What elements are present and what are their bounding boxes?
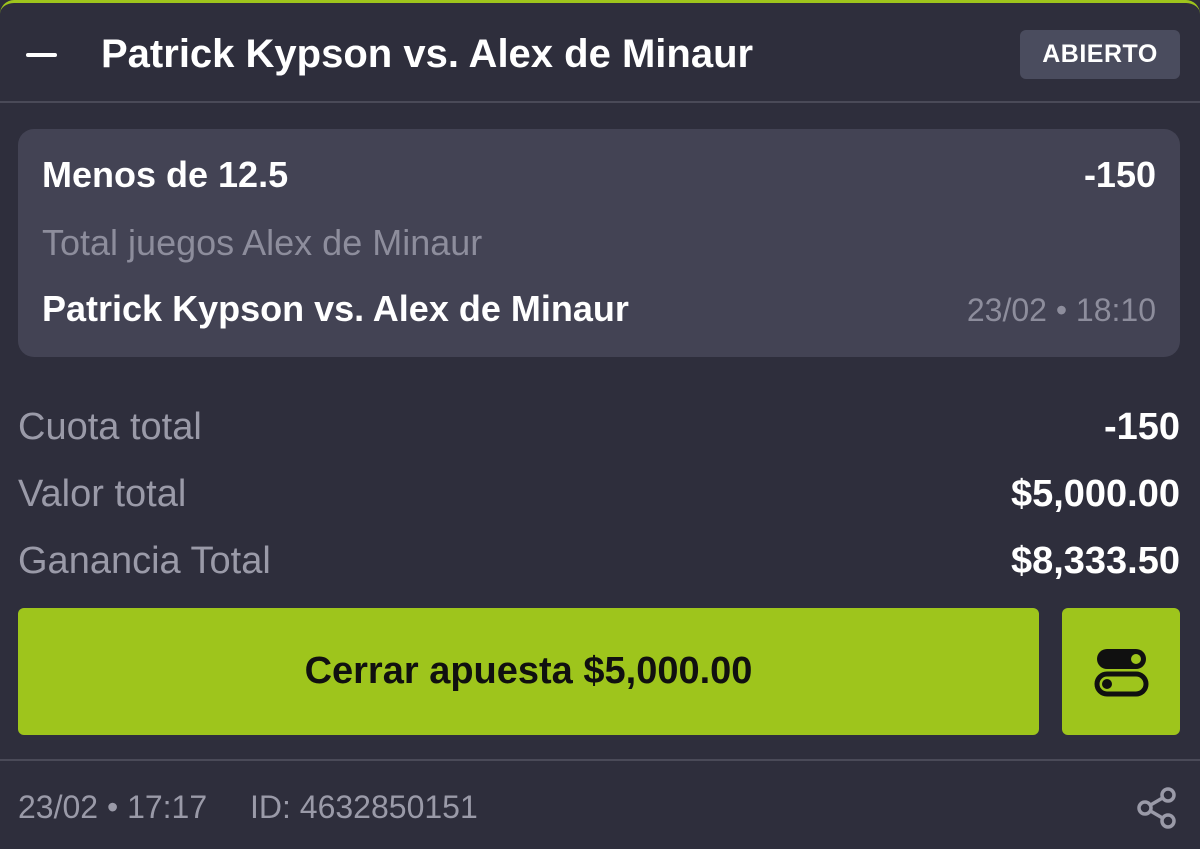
bet-header[interactable]: Patrick Kypson vs. Alex de Minaur ABIERT… <box>0 3 1200 103</box>
selection-event: Patrick Kypson vs. Alex de Minaur <box>42 288 629 329</box>
summary-row-total-winnings: Ganancia Total $8,333.50 <box>18 536 1180 586</box>
share-icon[interactable] <box>1134 785 1180 831</box>
summary-value: $5,000.00 <box>1010 473 1180 515</box>
bet-id: ID: 4632850151 <box>250 789 478 825</box>
selection-card: Menos de 12.5 -150 Total juegos Alex de … <box>18 129 1180 357</box>
summary-label: Valor total <box>18 473 187 515</box>
summary-row-total-odds: Cuota total -150 <box>18 402 1180 452</box>
selection-market: Menos de 12.5 <box>42 154 289 195</box>
summary-label: Cuota total <box>18 406 202 448</box>
cashout-button[interactable]: Cerrar apuesta $5,000.00 <box>18 608 1039 735</box>
bet-card: Patrick Kypson vs. Alex de Minaur ABIERT… <box>0 0 1200 849</box>
selection-odds: -150 <box>1083 154 1156 195</box>
selection-description: Total juegos Alex de Minaur <box>42 222 483 263</box>
summary-row-total-stake: Valor total $5,000.00 <box>18 469 1180 519</box>
cashout-options-button[interactable] <box>1062 608 1180 735</box>
summary-value: -150 <box>1103 406 1180 448</box>
bet-title: Patrick Kypson vs. Alex de Minaur <box>101 32 754 76</box>
selection-event-datetime: 23/02 • 18:10 <box>966 292 1156 328</box>
placed-datetime: 23/02 • 17:17 <box>18 789 208 825</box>
bet-footer: 23/02 • 17:17 ID: 4632850151 <box>0 759 1200 849</box>
collapse-icon[interactable] <box>26 53 57 57</box>
summary-value: $8,333.50 <box>1010 540 1180 582</box>
summary-label: Ganancia Total <box>18 540 271 582</box>
status-badge: ABIERTO <box>1020 30 1180 79</box>
toggle-icon <box>1094 649 1149 697</box>
